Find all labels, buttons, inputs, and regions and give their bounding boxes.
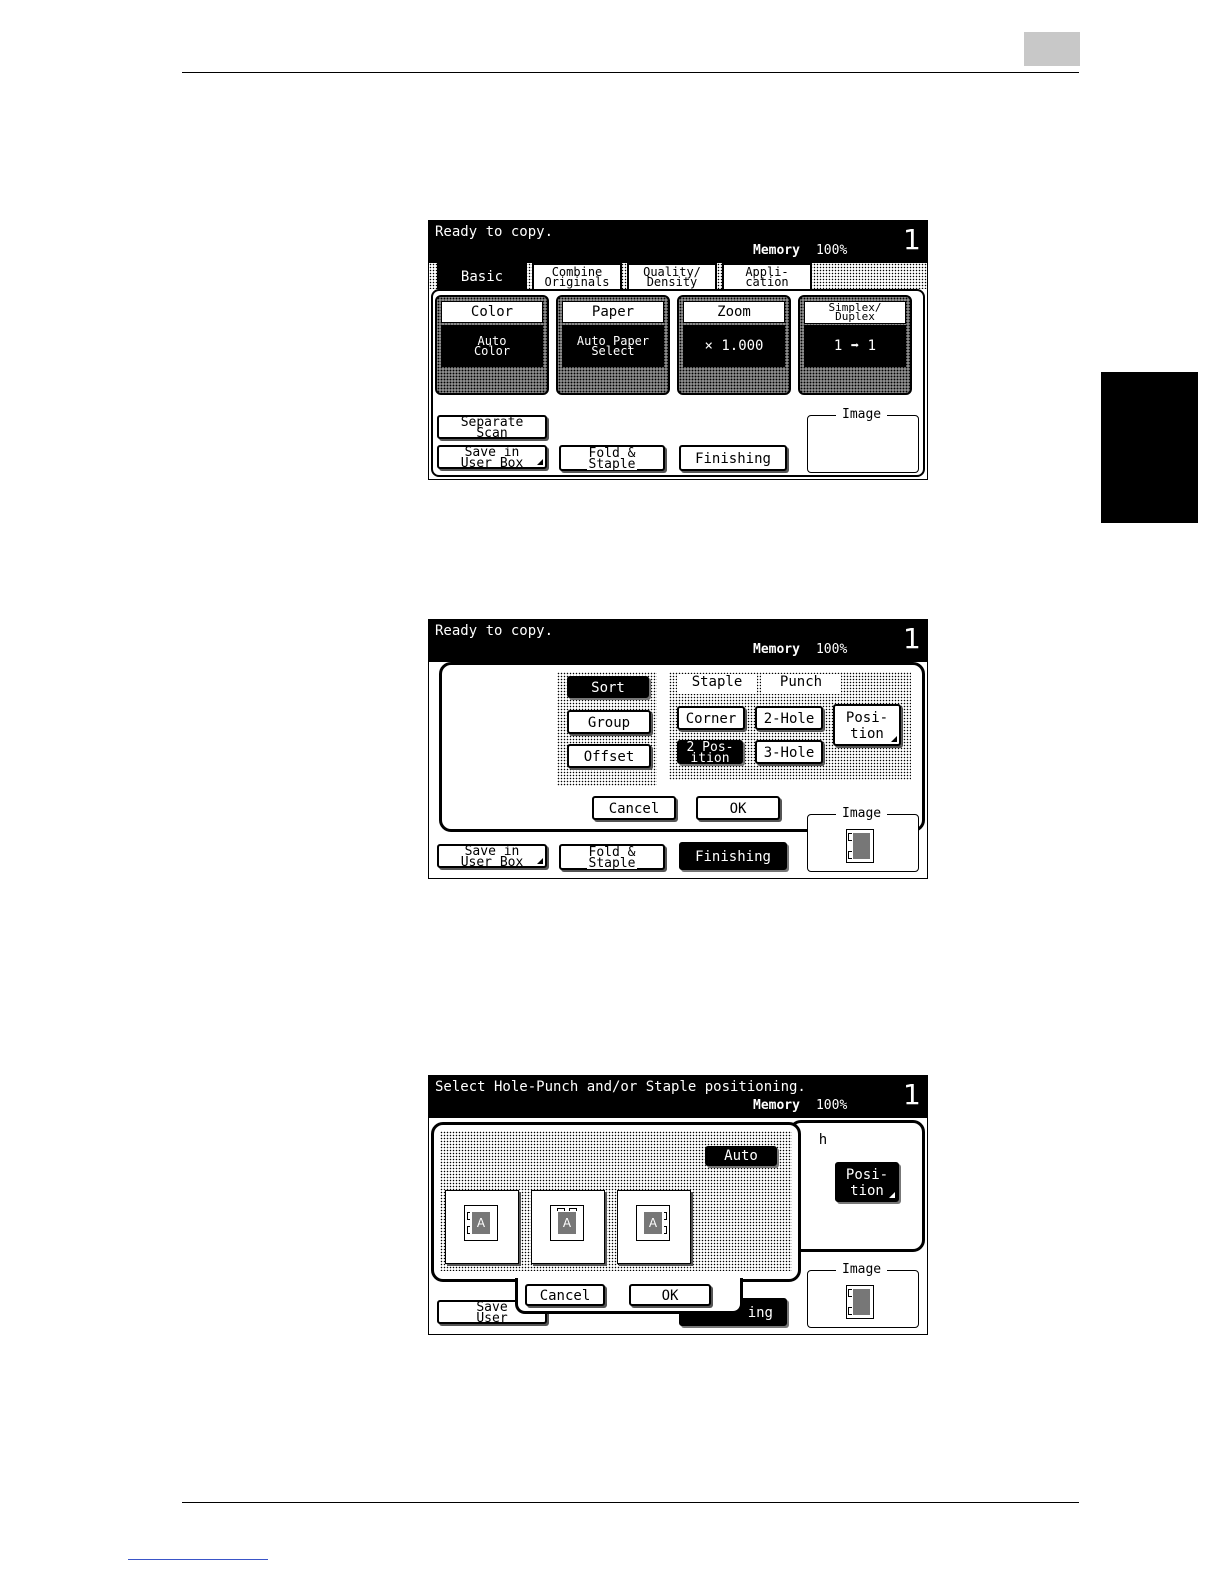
image-preview: Image [807, 1262, 919, 1328]
header-rule [182, 72, 1079, 73]
page-number-box [1024, 32, 1080, 66]
punch-label-partial: h [805, 1132, 841, 1150]
paper-card[interactable]: Paper Auto Paper Select [556, 295, 670, 395]
cancel-button[interactable]: Cancel [525, 1284, 605, 1306]
fold-staple-label: Fold & Staple [586, 844, 638, 871]
two-hole-button[interactable]: 2-Hole [755, 706, 823, 730]
document-preview-icon [846, 1285, 874, 1319]
ok-button[interactable]: OK [696, 796, 780, 820]
document-letter: A [644, 1212, 662, 1234]
tab-application[interactable]: Appli- cation [722, 263, 812, 289]
auto-button[interactable]: Auto [705, 1146, 777, 1166]
screen-position: Select Hole-Punch and/or Staple position… [428, 1075, 928, 1335]
memory-indicator: Memory 100% [753, 1098, 847, 1113]
fold-staple-button[interactable]: Fold & Staple [559, 445, 665, 471]
chapter-tab [1101, 372, 1198, 523]
status-bar: Select Hole-Punch and/or Staple position… [429, 1076, 927, 1118]
image-label: Image [836, 806, 888, 821]
two-position-button[interactable]: 2 Pos- ition [677, 740, 743, 765]
simplex-duplex-card[interactable]: Simplex/ Duplex 1 ➡ 1 [798, 295, 912, 395]
image-label: Image [836, 1262, 888, 1277]
group-button[interactable]: Group [567, 710, 651, 734]
fold-staple-label: Fold & Staple [586, 445, 638, 472]
sort-button[interactable]: Sort [567, 676, 649, 698]
memory-value: 100% [815, 243, 848, 258]
copy-count: 1 [903, 223, 921, 256]
footer-link-underline [128, 1559, 268, 1560]
position-button-active[interactable]: Posi- tion [835, 1162, 899, 1202]
finishing-button-active[interactable]: Finishing [679, 842, 787, 870]
offset-button[interactable]: Offset [567, 744, 651, 768]
image-preview: Image [807, 806, 919, 872]
corner-button[interactable]: Corner [677, 706, 745, 730]
ok-button[interactable]: OK [629, 1284, 711, 1306]
memory-label: Memory [753, 1098, 800, 1113]
position-option-top[interactable]: A [531, 1190, 605, 1264]
memory-indicator: Memory 100% [753, 642, 847, 657]
paper-title: Paper [562, 301, 664, 323]
finishing-button[interactable]: Finishing [679, 445, 787, 471]
screen-finishing: Ready to copy. Memory 100% 1 Sort Group O… [428, 619, 928, 879]
status-bar: Ready to copy. Memory 100% 1 [429, 221, 927, 263]
status-message: Ready to copy. [435, 623, 554, 639]
color-title: Color [441, 301, 543, 323]
memory-label: Memory [753, 243, 800, 258]
status-message: Ready to copy. [435, 224, 554, 240]
memory-indicator: Memory 100% [753, 243, 847, 258]
copy-count: 1 [903, 1078, 921, 1111]
document-preview-icon [846, 829, 874, 863]
simplex-duplex-value: 1 ➡ 1 [804, 325, 906, 367]
fold-staple-button[interactable]: Fold & Staple [559, 844, 665, 870]
footer-rule [182, 1502, 1079, 1503]
position-button[interactable]: Posi- tion [833, 704, 901, 746]
image-label: Image [836, 407, 888, 422]
memory-value: 100% [815, 1098, 848, 1113]
three-hole-button[interactable]: 3-Hole [755, 740, 823, 764]
staple-label: Staple [677, 674, 757, 694]
separate-scan-button[interactable]: Separate Scan [437, 415, 547, 440]
color-card[interactable]: Color Auto Color [435, 295, 549, 395]
document-icon: A [464, 1205, 498, 1241]
memory-value: 100% [815, 642, 848, 657]
document-icon: A [636, 1205, 670, 1241]
tab-combine-originals[interactable]: Combine Originals [532, 263, 622, 289]
punch-label: Punch [761, 674, 841, 694]
position-option-left[interactable]: A [445, 1190, 519, 1264]
paper-value: Auto Paper Select [562, 325, 664, 367]
status-message: Select Hole-Punch and/or Staple position… [435, 1079, 806, 1095]
cancel-button[interactable]: Cancel [592, 796, 676, 820]
status-bar: Ready to copy. Memory 100% 1 [429, 620, 927, 662]
save-in-user-box-button[interactable]: Save in User Box [437, 844, 547, 869]
memory-label: Memory [753, 642, 800, 657]
image-preview: Image [807, 407, 919, 473]
copy-count: 1 [903, 622, 921, 655]
zoom-value: × 1.000 [683, 325, 785, 367]
zoom-card[interactable]: Zoom × 1.000 [677, 295, 791, 395]
tab-basic[interactable]: Basic [437, 263, 527, 289]
document-letter: A [558, 1212, 576, 1234]
tab-quality-density[interactable]: Quality/ Density [627, 263, 717, 289]
document-letter: A [472, 1212, 490, 1234]
simplex-duplex-title: Simplex/ Duplex [804, 301, 906, 324]
save-in-user-box-button[interactable]: Save in User Box [437, 445, 547, 470]
document-icon: A [550, 1205, 584, 1241]
position-option-right[interactable]: A [617, 1190, 691, 1264]
color-value: Auto Color [441, 325, 543, 367]
screen-basic: Ready to copy. Memory 100% 1 Basic Combin… [428, 220, 928, 480]
finishing-label: Finishing [693, 450, 773, 467]
zoom-title: Zoom [683, 301, 785, 323]
